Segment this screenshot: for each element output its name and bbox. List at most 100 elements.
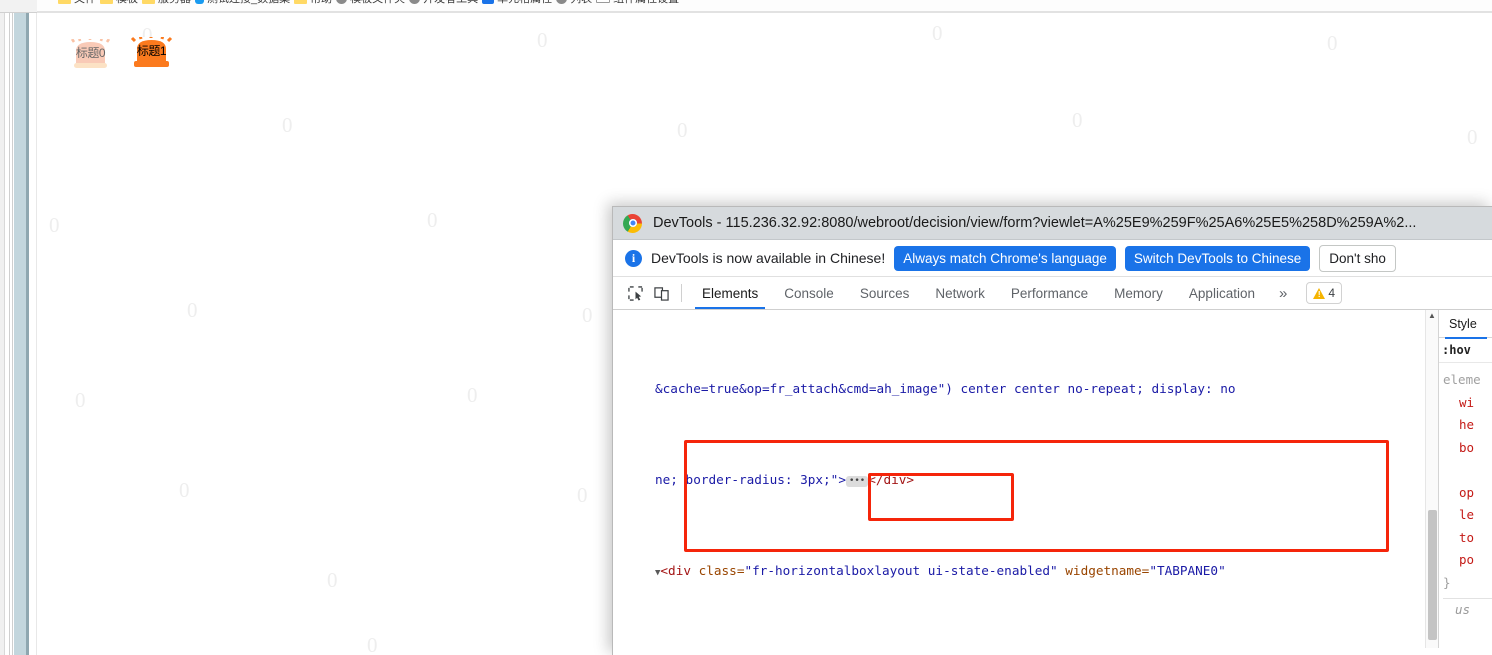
- watermark-zero: 0: [179, 478, 190, 502]
- toolbar-item[interactable]: 模板: [100, 0, 138, 6]
- inspect-element-icon[interactable]: [622, 277, 648, 309]
- toolbar-item[interactable]: 测试连接_数据集: [195, 0, 290, 6]
- watermark-zero: 0: [577, 483, 588, 507]
- watermark-zero: 0: [932, 21, 943, 45]
- tab-widget-label: 标题0: [75, 46, 106, 60]
- data-icon: [195, 0, 204, 4]
- watermark-zero: 0: [467, 383, 478, 407]
- switch-to-chinese-button[interactable]: Switch DevTools to Chinese: [1124, 245, 1311, 271]
- style-property[interactable]: he: [1443, 414, 1492, 437]
- toolbar-item[interactable]: 单元格属性: [482, 0, 552, 6]
- toolbar-item-label: 测试连接_数据集: [207, 0, 290, 6]
- toolbar-item-label: 帮助: [310, 0, 332, 6]
- tab-widget-title1[interactable]: 标题1: [129, 37, 174, 68]
- style-property[interactable]: op: [1443, 482, 1492, 505]
- dom-code: &cache=true&op=fr_attach&cmd=ah_image") …: [613, 310, 1438, 648]
- watermark-zero: 0: [1327, 31, 1338, 55]
- gray-circle-icon: [336, 0, 348, 4]
- dom-text: <div: [660, 562, 699, 578]
- element-style-rule: eleme wi he bo op le to po } us: [1439, 363, 1492, 622]
- toolbar-item[interactable]: 列表: [556, 0, 592, 6]
- watermark-zero: 0: [677, 118, 688, 142]
- screen-root: 文件 模板 服务器 测试连接_数据集 帮助 模板文件夹 开发者工具 单元格属性 …: [0, 0, 1492, 655]
- watermark-zero: 0: [1072, 108, 1083, 132]
- style-property[interactable]: le: [1443, 504, 1492, 527]
- more-tabs-chevron-icon[interactable]: »: [1268, 277, 1298, 309]
- rail-highlight-strip: [14, 0, 26, 655]
- rule-closing-brace: }: [1443, 574, 1451, 590]
- devtools-window-title: DevTools - 115.236.32.92:8080/webroot/de…: [653, 215, 1417, 231]
- toolbar-item[interactable]: 文件: [58, 0, 96, 6]
- left-rail: [0, 0, 37, 655]
- tab-elements[interactable]: Elements: [689, 277, 771, 309]
- folder-icon: [142, 0, 155, 4]
- watermark-zero: 0: [427, 208, 438, 232]
- tab-memory[interactable]: Memory: [1101, 277, 1176, 309]
- toolbar-item[interactable]: 服务器: [142, 0, 191, 6]
- elements-dom-tree[interactable]: &cache=true&op=fr_attach&cmd=ah_image") …: [613, 310, 1438, 648]
- dont-show-button[interactable]: Don't sho: [1319, 244, 1396, 272]
- folder-icon: [58, 0, 71, 4]
- toolbar-item-label: 列表: [570, 0, 592, 6]
- tab-application[interactable]: Application: [1176, 277, 1268, 309]
- style-property[interactable]: bo: [1443, 437, 1492, 460]
- toolbar-item-label: 组件属性设置: [613, 0, 679, 6]
- dom-text: ne; border-radius: 3px;">: [655, 471, 846, 487]
- watermark-zero: 0: [367, 633, 378, 655]
- tab-performance[interactable]: Performance: [998, 277, 1101, 309]
- dom-scrollbar[interactable]: ▲: [1425, 310, 1438, 648]
- tab-network[interactable]: Network: [922, 277, 998, 309]
- styles-hover-filter[interactable]: :hov: [1439, 338, 1492, 363]
- page-toolbar: 文件 模板 服务器 测试连接_数据集 帮助 模板文件夹 开发者工具 单元格属性 …: [0, 0, 1492, 11]
- toolbar-item-label: 模板: [116, 0, 138, 6]
- toolbar-item[interactable]: 开发者工具: [409, 0, 478, 6]
- toolbar-item-label: 文件: [74, 0, 96, 6]
- styles-divider: [1443, 598, 1492, 599]
- blue-square-icon: [482, 0, 495, 4]
- tab-styles[interactable]: Style: [1445, 317, 1487, 339]
- watermark-zero: 0: [537, 28, 548, 52]
- dom-text: &cache=true&op=fr_attach&cmd=ah_image") …: [655, 381, 1236, 397]
- devtools-window: DevTools - 115.236.32.92:8080/webroot/de…: [612, 206, 1492, 655]
- info-icon: i: [625, 249, 642, 267]
- style-property[interactable]: wi: [1443, 392, 1492, 415]
- tab-widget-title0[interactable]: 标题0: [68, 39, 113, 70]
- tab-sources[interactable]: Sources: [847, 277, 923, 309]
- element-style-selector: eleme: [1443, 372, 1481, 387]
- hov-toggle-label: :hov: [1442, 343, 1471, 357]
- watermark-zero: 0: [187, 298, 198, 322]
- watermark-zero: 0: [327, 568, 338, 592]
- tab-widget-label: 标题1: [136, 44, 167, 58]
- rail-segment: [9, 0, 13, 655]
- dom-line[interactable]: &cache=true&op=fr_attach&cmd=ah_image") …: [613, 378, 1438, 401]
- style-property[interactable]: po: [1443, 549, 1492, 572]
- scroll-up-arrow-icon[interactable]: ▲: [1426, 310, 1438, 322]
- gray-circle-icon: [409, 0, 421, 4]
- toolbar-separator: [681, 284, 682, 302]
- toolbar-item[interactable]: 模板文件夹: [336, 0, 405, 6]
- collapsed-content-icon[interactable]: •••: [845, 475, 869, 487]
- warning-count: 4: [1328, 286, 1335, 300]
- tab-console[interactable]: Console: [771, 277, 847, 309]
- dom-line[interactable]: ne; border-radius: 3px;"> ••• </div>: [613, 469, 1438, 492]
- watermark-zero: 0: [582, 303, 593, 327]
- list-icon: [556, 0, 568, 4]
- toolbar-item[interactable]: 组件属性设置: [596, 0, 679, 6]
- folder-icon: [294, 0, 308, 4]
- always-match-language-button[interactable]: Always match Chrome's language: [894, 245, 1116, 271]
- devtools-titlebar: DevTools - 115.236.32.92:8080/webroot/de…: [613, 207, 1492, 240]
- folder-icon: [100, 0, 113, 4]
- devtools-tabbar: Elements Console Sources Network Perform…: [613, 277, 1492, 310]
- warning-badge[interactable]: 4: [1306, 282, 1342, 304]
- toolbar-item[interactable]: 帮助: [294, 0, 332, 6]
- dom-line[interactable]: ▼<div class="fr-horizontalboxlayout ui-s…: [613, 560, 1438, 583]
- page-toolbar-items: 文件 模板 服务器 测试连接_数据集 帮助 模板文件夹 开发者工具 单元格属性 …: [0, 0, 1492, 11]
- envelope-icon: [596, 0, 611, 3]
- toolbar-item-label: 模板文件夹: [350, 0, 405, 6]
- rail-segment: [29, 0, 37, 655]
- dom-scrollbar-thumb[interactable]: [1428, 510, 1437, 640]
- toolbar-item-label: 开发者工具: [423, 0, 478, 6]
- style-property[interactable]: to: [1443, 527, 1492, 550]
- styles-panel: Style :hov eleme wi he bo op le to po }: [1438, 310, 1492, 648]
- device-toolbar-icon[interactable]: [648, 277, 674, 309]
